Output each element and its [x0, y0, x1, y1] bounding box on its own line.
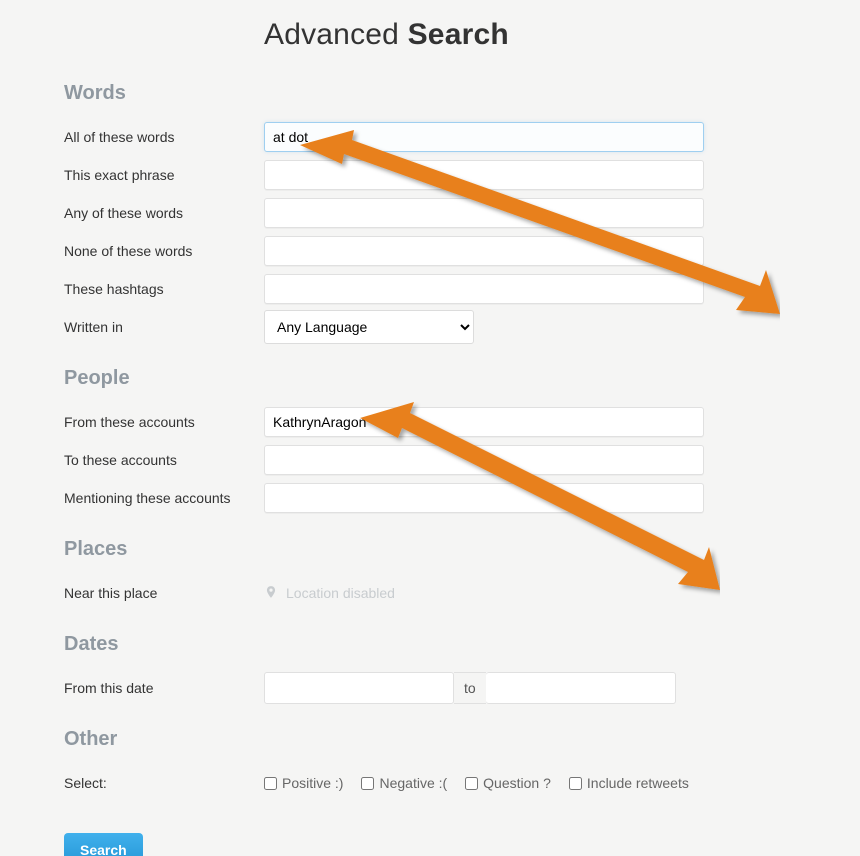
input-hashtags[interactable] [264, 274, 704, 304]
checkbox-question-label: Question ? [483, 775, 551, 791]
input-to-date[interactable] [486, 672, 676, 704]
checkbox-question-input[interactable] [465, 777, 478, 790]
title-prefix: Advanced [264, 18, 399, 51]
label-all-words: All of these words [64, 129, 264, 145]
label-hashtags: These hashtags [64, 281, 264, 297]
label-exact-phrase: This exact phrase [64, 167, 264, 183]
section-head-dates: Dates [64, 633, 860, 656]
select-language[interactable]: Any Language [264, 310, 474, 344]
input-mention-accounts[interactable] [264, 483, 704, 513]
label-from-accounts: From these accounts [64, 414, 264, 430]
section-head-words: Words [64, 82, 860, 105]
title-bold: Search [408, 18, 509, 51]
section-head-other: Other [64, 728, 860, 751]
label-mention-accounts: Mentioning these accounts [64, 490, 264, 506]
label-any-words: Any of these words [64, 205, 264, 221]
checkbox-negative-input[interactable] [361, 777, 374, 790]
input-all-words[interactable] [264, 122, 704, 152]
pin-icon [264, 583, 278, 604]
checkbox-question[interactable]: Question ? [465, 775, 551, 791]
label-near-place: Near this place [64, 585, 264, 601]
date-separator: to [454, 672, 486, 704]
checkbox-retweets-input[interactable] [569, 777, 582, 790]
checkbox-retweets[interactable]: Include retweets [569, 775, 689, 791]
label-from-date: From this date [64, 680, 264, 696]
checkbox-retweets-label: Include retweets [587, 775, 689, 791]
section-head-people: People [64, 367, 860, 390]
input-any-words[interactable] [264, 198, 704, 228]
input-exact-phrase[interactable] [264, 160, 704, 190]
checkbox-positive[interactable]: Positive :) [264, 775, 343, 791]
input-to-accounts[interactable] [264, 445, 704, 475]
input-from-date[interactable] [264, 672, 454, 704]
input-none-words[interactable] [264, 236, 704, 266]
label-select: Select: [64, 775, 264, 791]
label-to-accounts: To these accounts [64, 452, 264, 468]
label-language: Written in [64, 319, 264, 335]
page-title: Advanced Search [264, 18, 860, 52]
search-button[interactable]: Search [64, 833, 143, 856]
input-from-accounts[interactable] [264, 407, 704, 437]
checkbox-positive-input[interactable] [264, 777, 277, 790]
checkbox-negative[interactable]: Negative :( [361, 775, 447, 791]
section-head-places: Places [64, 538, 860, 561]
checkbox-negative-label: Negative :( [379, 775, 447, 791]
location-disabled-text: Location disabled [286, 585, 395, 601]
checkbox-positive-label: Positive :) [282, 775, 343, 791]
label-none-words: None of these words [64, 243, 264, 259]
